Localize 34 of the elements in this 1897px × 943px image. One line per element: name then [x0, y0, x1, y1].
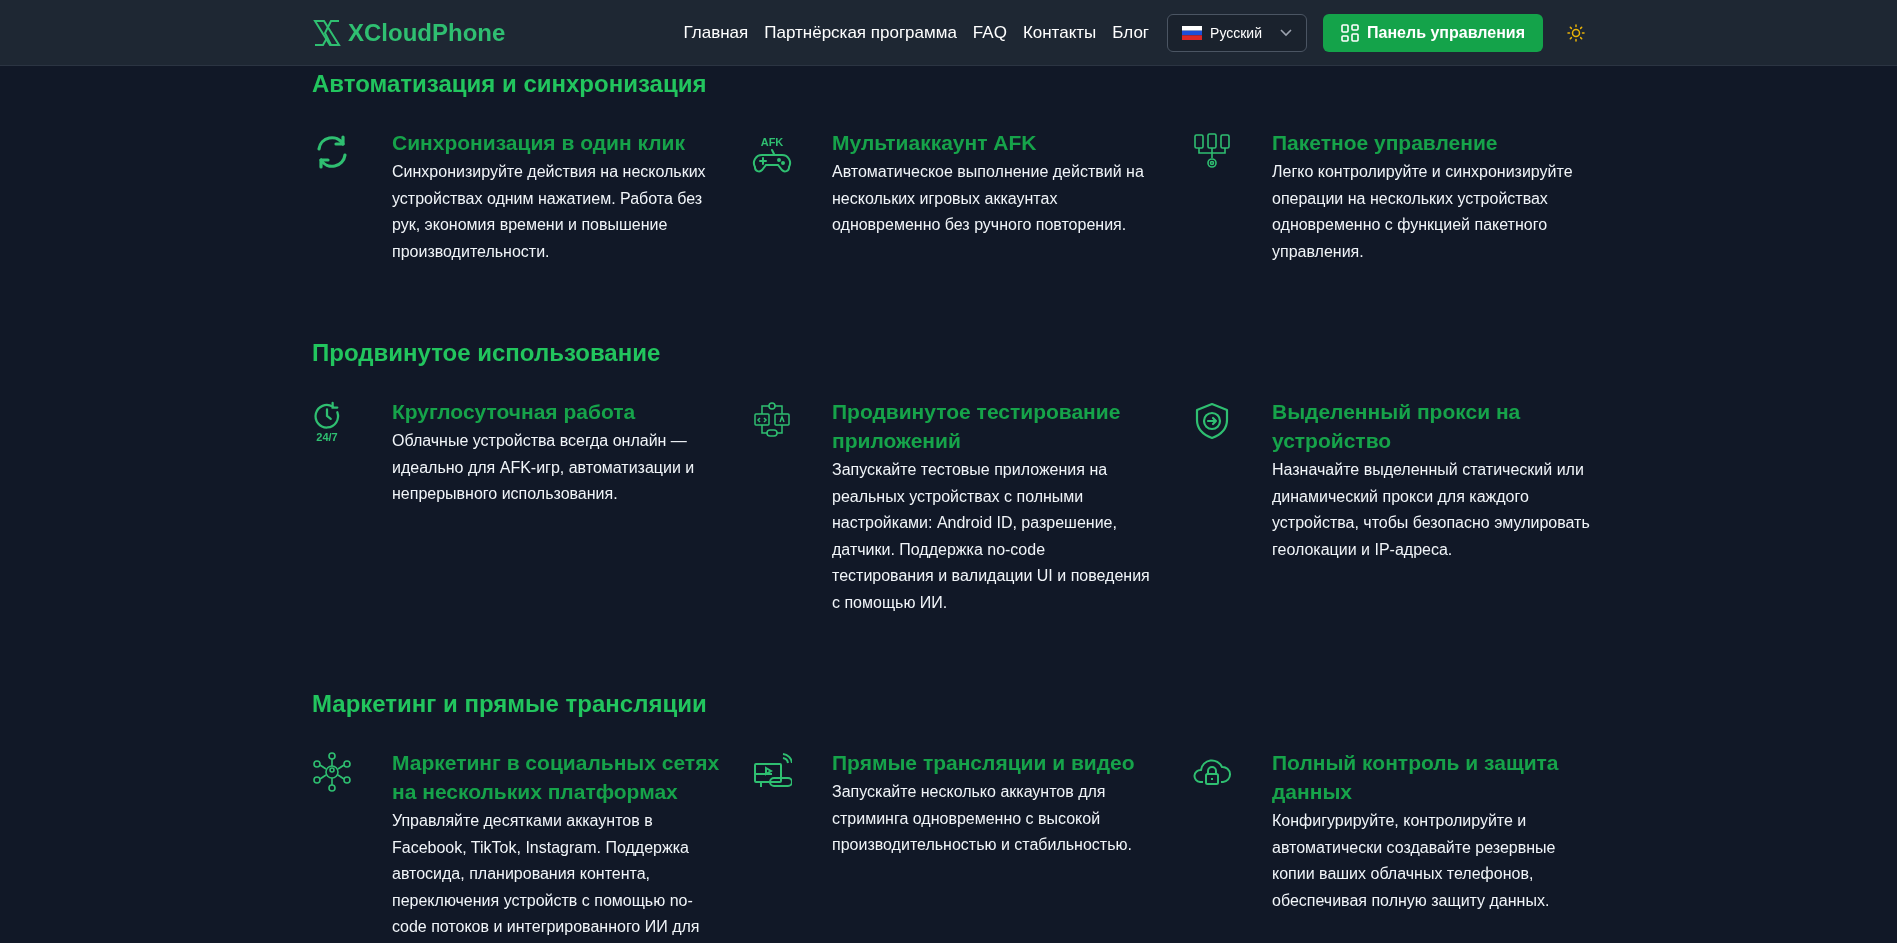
feature-description: Синхронизируйте действия на нескольких устройствах одним нажатием. Работа без рук, экономия времени и повышение производительности. — [392, 162, 707, 262]
feature-title: Пакетное управление — [1272, 130, 1499, 156]
feature-description: Конфигурируйте, контролируйте и автоматически создавайте резервные копии ваших облачных телефонов, обеспечивая полную защиту данных. — [1272, 811, 1557, 911]
nav-link[interactable]: Контакты — [1022, 22, 1097, 43]
feature-description: Облачные устройства всегда онлайн — идеально для AFK-игр, автоматизации и непрерывного использования. — [392, 431, 696, 504]
social-network-icon — [312, 752, 352, 792]
feature-title: Синхронизация в один клик — [392, 130, 686, 156]
feature-title: Продвинутое тестирование приложений — [832, 399, 1122, 454]
feature-title: Круглосуточная работа — [392, 399, 637, 425]
feature-title: Прямые трансляции и видео — [832, 750, 1136, 776]
feature-description: Запускайте несколько аккаунтов для стриминга одновременно с высокой производительностью и стабильностью. — [832, 782, 1133, 855]
feature-title: Мультиаккаунт AFK — [832, 130, 1038, 156]
feature-description: Легко контролируйте и синхронизируйте операции на нескольких устройствах одновременно с функцией пакетного управления. — [1272, 162, 1574, 262]
nav-link[interactable]: Блог — [1112, 22, 1150, 43]
grid-icon — [1341, 23, 1360, 42]
language-select[interactable]: Русский — [1167, 13, 1308, 52]
section-heading: Продвинутое использование — [312, 339, 662, 367]
chevron-down-icon — [1280, 28, 1293, 37]
feature-description: Назначайте выделенный статический или динамический прокси для каждого устройства, чтобы безопасно эмулировать геолокации и IP-адреса. — [1272, 460, 1590, 560]
logo-icon — [312, 17, 342, 48]
section-heading: Автоматизация и синхронизация — [312, 70, 708, 98]
nav-link[interactable]: Главная — [683, 22, 749, 43]
feature-description: Запускайте тестовые приложения на реальных устройствах с полными настройками: Android ID, разрешение, датчики. Поддержка no-code тестирования и валидации UI и поведения с помощью ИИ. — [832, 460, 1150, 613]
russian-flag-icon — [1182, 25, 1203, 40]
nav-link[interactable]: Партнёрская программа — [764, 22, 957, 43]
feature-title: Маркетинг в социальных сетях на нескольких платформах — [392, 750, 721, 805]
logo-text[interactable]: XCloudPhone — [348, 18, 506, 47]
feature-title: Полный контроль и защита данных — [1272, 750, 1560, 805]
feature-description: Автоматическое выполнение действий на нескольких игровых аккаунтах одновременно без ручного повторения. — [832, 162, 1145, 235]
nav-link[interactable]: FAQ — [972, 22, 1007, 43]
sun-icon[interactable] — [1567, 23, 1585, 42]
feature-description: Управляйте десятками аккаунтов в Facebook, TikTok, Instagram. Поддержка автосида, планирования контента, переключения устройств с помощью no-code потоков и интегрированного ИИ для — [392, 811, 701, 937]
feature-title: Выделенный прокси на устройство — [1272, 399, 1522, 454]
section-heading: Маркетинг и прямые трансляции — [312, 690, 708, 718]
